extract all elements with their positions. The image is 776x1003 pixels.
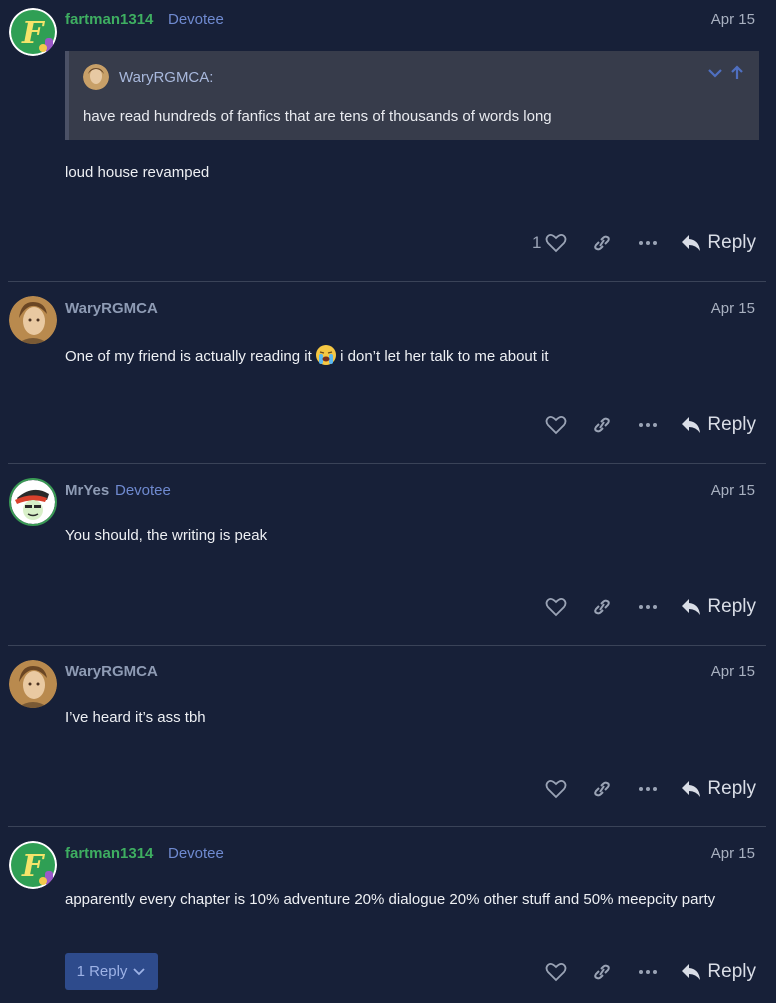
heart-icon[interactable] xyxy=(545,962,567,982)
arrow-up-icon[interactable] xyxy=(729,65,745,86)
username[interactable]: fartman1314 xyxy=(65,11,153,28)
user-flair: Devotee xyxy=(168,845,224,862)
avatar-fartman1314[interactable]: F xyxy=(9,8,57,56)
link-icon[interactable] xyxy=(591,779,613,799)
like-count[interactable]: 1 xyxy=(532,233,541,253)
post-body-part-1: One of my friend is actually reading it xyxy=(65,348,312,365)
user-flair: Devotee xyxy=(168,11,224,28)
link-icon[interactable] xyxy=(591,962,613,982)
quote-block: WaryRGMCA: have read hundreds of fanfics… xyxy=(65,51,759,140)
post-actions: Reply xyxy=(545,957,756,987)
post-5: F fartman1314 Devotee Apr 15 apparently … xyxy=(0,827,776,1003)
post-body: loud house revamped xyxy=(65,164,210,181)
more-icon[interactable] xyxy=(637,597,659,617)
chevron-down-icon xyxy=(133,967,146,975)
post-body: You should, the writing is peak xyxy=(65,527,268,544)
post-date[interactable]: Apr 15 xyxy=(711,482,755,499)
reply-arrow-icon xyxy=(682,964,701,980)
reply-button[interactable]: Reply xyxy=(681,596,756,618)
post-actions: Reply xyxy=(545,774,756,804)
reply-button[interactable]: Reply xyxy=(681,778,756,800)
post-body: I’ve heard it’s ass tbh xyxy=(65,709,206,726)
heart-icon[interactable] xyxy=(545,597,567,617)
quote-avatar xyxy=(83,64,109,90)
quote-text: have read hundreds of fanfics that are t… xyxy=(83,108,552,125)
avatar-waryrgmca[interactable] xyxy=(9,296,57,344)
avatar-fartman1314[interactable]: F xyxy=(9,841,57,889)
post-date[interactable]: Apr 15 xyxy=(711,300,755,317)
post-date[interactable]: Apr 15 xyxy=(711,11,755,28)
username[interactable]: fartman1314 xyxy=(65,845,153,862)
reply-button[interactable]: Reply xyxy=(681,414,756,436)
link-icon[interactable] xyxy=(591,415,613,435)
show-replies-button[interactable]: 1 Reply xyxy=(65,953,158,990)
username[interactable]: WaryRGMCA xyxy=(65,300,158,317)
post-date[interactable]: Apr 15 xyxy=(711,845,755,862)
reply-label: Reply xyxy=(707,778,756,799)
heart-icon[interactable] xyxy=(545,779,567,799)
reply-label: Reply xyxy=(707,961,756,982)
avatar-mryes[interactable] xyxy=(9,478,57,526)
post-3: MrYes Devotee Apr 15 You should, the wri… xyxy=(0,464,776,645)
reply-arrow-icon xyxy=(682,417,701,433)
username[interactable]: MrYes xyxy=(65,482,109,499)
reply-arrow-icon xyxy=(682,781,701,797)
reply-button[interactable]: Reply xyxy=(681,232,756,254)
avatar-waryrgmca[interactable] xyxy=(9,660,57,708)
heart-icon[interactable] xyxy=(545,233,567,253)
post-date[interactable]: Apr 15 xyxy=(711,663,755,680)
post-actions: 1 Reply xyxy=(532,228,756,258)
post-4: WaryRGMCA Apr 15 I’ve heard it’s ass tbh… xyxy=(0,646,776,826)
reply-label: Reply xyxy=(707,232,756,253)
post-actions: Reply xyxy=(545,410,756,440)
user-flair: Devotee xyxy=(115,482,171,499)
quote-author[interactable]: WaryRGMCA: xyxy=(119,69,213,86)
more-icon[interactable] xyxy=(637,962,659,982)
chevron-down-icon[interactable] xyxy=(707,65,723,86)
reply-button[interactable]: Reply xyxy=(681,961,756,983)
heart-icon[interactable] xyxy=(545,415,567,435)
username[interactable]: WaryRGMCA xyxy=(65,663,158,680)
reply-arrow-icon xyxy=(682,235,701,251)
post-body: One of my friend is actually reading it … xyxy=(65,345,549,365)
post-body-part-2: i don’t let her talk to me about it xyxy=(340,348,549,365)
link-icon[interactable] xyxy=(591,233,613,253)
post-actions: Reply xyxy=(545,592,756,622)
more-icon[interactable] xyxy=(637,233,659,253)
loudly-crying-emoji xyxy=(315,345,336,365)
post-1: F fartman1314 Devotee Apr 15 WaryRGMCA: … xyxy=(0,0,776,281)
reply-arrow-icon xyxy=(682,599,701,615)
post-2: WaryRGMCA Apr 15 One of my friend is act… xyxy=(0,282,776,463)
reply-label: Reply xyxy=(707,414,756,435)
reply-label: Reply xyxy=(707,596,756,617)
link-icon[interactable] xyxy=(591,597,613,617)
more-icon[interactable] xyxy=(637,779,659,799)
show-replies-label: 1 Reply xyxy=(76,963,128,980)
post-body: apparently every chapter is 10% adventur… xyxy=(65,891,716,908)
more-icon[interactable] xyxy=(637,415,659,435)
